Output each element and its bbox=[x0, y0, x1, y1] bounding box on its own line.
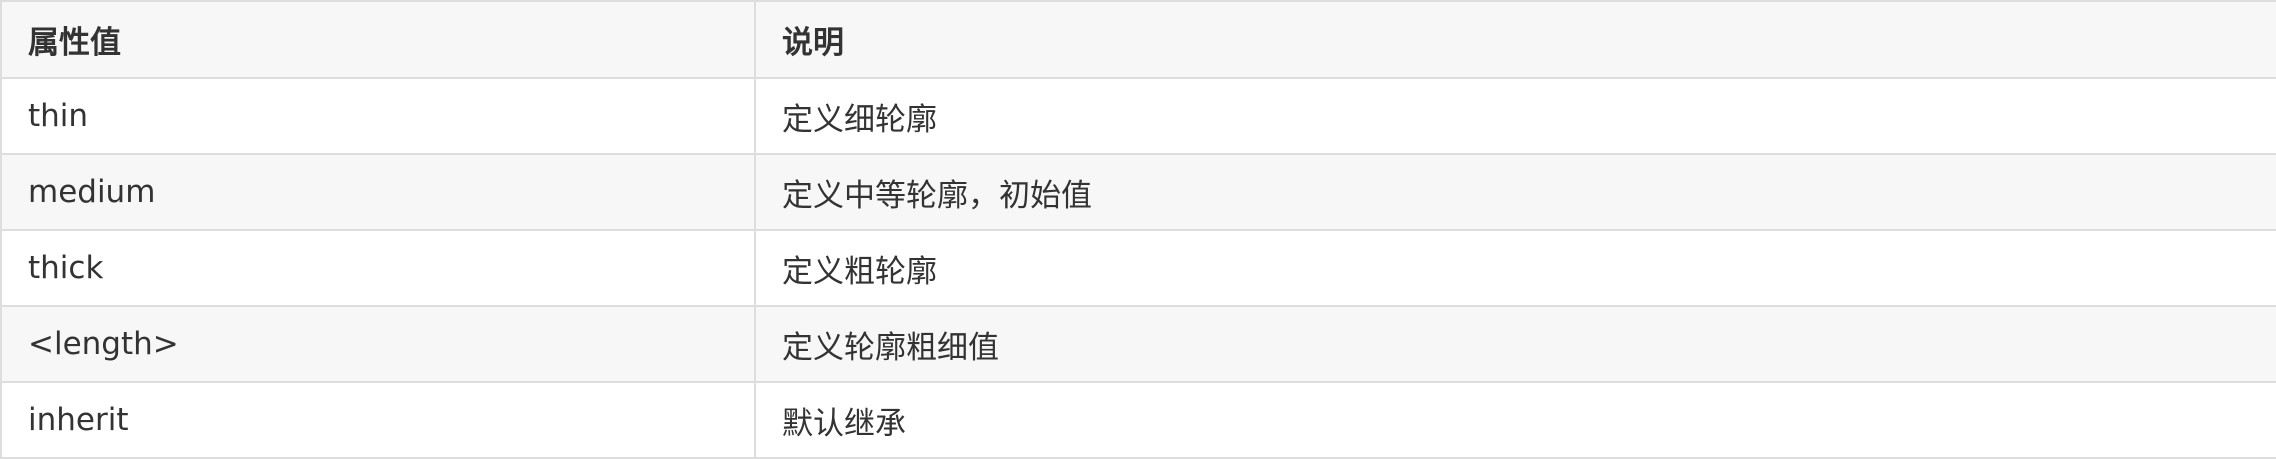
cell-description: 定义细轮廓 bbox=[754, 77, 2276, 155]
property-table: 属性值 说明 thin 定义细轮廓 medium 定义中等轮廓，初始值 thic… bbox=[0, 0, 2276, 459]
cell-property-value: medium bbox=[0, 153, 756, 231]
header-property-value: 属性值 bbox=[0, 0, 756, 79]
table-row: thick 定义粗轮廓 bbox=[0, 229, 2276, 307]
cell-property-value: thick bbox=[0, 229, 756, 307]
cell-property-value: inherit bbox=[0, 381, 756, 459]
table-row: <length> 定义轮廓粗细值 bbox=[0, 305, 2276, 383]
table-row: inherit 默认继承 bbox=[0, 381, 2276, 459]
cell-description: 定义轮廓粗细值 bbox=[754, 305, 2276, 383]
cell-property-value: <length> bbox=[0, 305, 756, 383]
cell-description: 定义粗轮廓 bbox=[754, 229, 2276, 307]
table-header: 属性值 说明 bbox=[0, 0, 2276, 79]
header-row: 属性值 说明 bbox=[0, 0, 2276, 79]
table-body: thin 定义细轮廓 medium 定义中等轮廓，初始值 thick 定义粗轮廓… bbox=[0, 77, 2276, 459]
cell-description: 默认继承 bbox=[754, 381, 2276, 459]
header-description: 说明 bbox=[754, 0, 2276, 79]
cell-description: 定义中等轮廓，初始值 bbox=[754, 153, 2276, 231]
table-row: medium 定义中等轮廓，初始值 bbox=[0, 153, 2276, 231]
table-row: thin 定义细轮廓 bbox=[0, 77, 2276, 155]
cell-property-value: thin bbox=[0, 77, 756, 155]
